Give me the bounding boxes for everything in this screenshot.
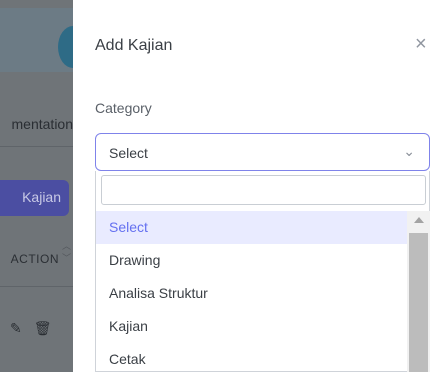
close-icon[interactable]: × [415, 34, 427, 54]
background-page: mentation Kajian ACTION ︿ ﹀ ✎ 🗑 [0, 0, 88, 372]
category-select-value: Select [109, 145, 148, 161]
dropdown-option-cetak[interactable]: Cetak [96, 343, 407, 372]
background-add-kajian-button: Kajian [0, 180, 69, 216]
edit-icon: ✎ [10, 320, 22, 336]
dropdown-option-select[interactable]: Select [96, 211, 407, 244]
background-divider [0, 146, 73, 147]
category-dropdown: Select Drawing Analisa Struktur Kajian C… [95, 171, 430, 372]
background-tab-documentation: mentation [11, 116, 73, 132]
category-label: Category [95, 100, 152, 116]
dropdown-options: Select Drawing Analisa Struktur Kajian C… [96, 211, 407, 372]
add-kajian-modal: Add Kajian × Category Select ⌄ Select Dr… [73, 0, 433, 372]
dropdown-option-drawing[interactable]: Drawing [96, 244, 407, 277]
dropdown-search-input[interactable] [101, 175, 426, 205]
background-row-actions: ✎ 🗑 [10, 320, 70, 337]
modal-title: Add Kajian [95, 37, 173, 54]
dropdown-option-kajian[interactable]: Kajian [96, 310, 407, 343]
scroll-up-arrow-icon[interactable] [414, 217, 424, 223]
category-select[interactable]: Select ⌄ [95, 133, 430, 171]
delete-icon: 🗑 [33, 320, 52, 336]
dropdown-option-analisa-struktur[interactable]: Analisa Struktur [96, 277, 407, 310]
chevron-down-icon: ⌄ [403, 143, 415, 159]
sort-icon: ︿ ﹀ [62, 241, 72, 263]
scrollbar-thumb[interactable] [409, 233, 428, 372]
dropdown-scrollbar[interactable] [407, 211, 430, 372]
background-divider-2 [0, 286, 73, 287]
